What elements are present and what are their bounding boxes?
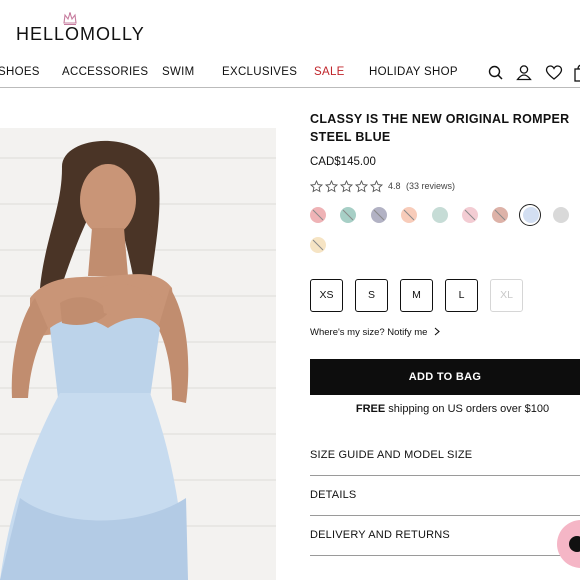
shipping-text: shipping on US orders over $100 — [385, 403, 550, 415]
accordion-delivery-returns-label: DELIVERY AND RETURNS — [310, 529, 450, 541]
shipping-free-label: FREE — [355, 403, 386, 415]
color-swatch[interactable] — [553, 207, 570, 223]
chevron-right-icon — [434, 327, 440, 336]
chat-icon — [569, 536, 580, 552]
shipping-info: FREE shipping on US orders over $100 — [310, 403, 580, 415]
size-option-l[interactable]: L — [445, 279, 478, 312]
rating-stars-icon — [310, 180, 384, 193]
color-swatch[interactable] — [431, 207, 448, 223]
unavailable-slash-icon — [373, 209, 385, 221]
color-swatch[interactable] — [310, 207, 326, 223]
review-count[interactable]: (33 reviews) — [406, 181, 455, 191]
rating-score: 4.8 — [388, 181, 401, 191]
product-price: CAD$145.00 — [310, 156, 376, 168]
color-swatch[interactable] — [370, 207, 387, 223]
nav-item-exclusives[interactable]: EXCLUSIVES — [222, 66, 297, 78]
size-option-xs[interactable]: XS — [310, 279, 343, 312]
nav-divider — [0, 87, 580, 88]
color-swatch[interactable] — [492, 207, 509, 223]
bag-icon[interactable] — [574, 64, 580, 82]
unavailable-slash-icon — [495, 209, 506, 221]
unavailable-slash-icon — [343, 209, 354, 221]
accordion-details[interactable]: DETAILS — [310, 475, 580, 516]
account-icon[interactable] — [516, 64, 532, 82]
nav-item-shoes[interactable]: SHOES — [0, 66, 40, 78]
nav-item-swim[interactable]: SWIM — [162, 66, 195, 78]
size-option-m[interactable]: M — [400, 279, 433, 312]
nav-item-accessories[interactable]: ACCESSORIES — [62, 66, 148, 78]
nav-item-holiday-shop[interactable]: HOLIDAY SHOP — [369, 66, 458, 78]
size-option-xl[interactable]: XL — [490, 279, 523, 312]
size-option-s[interactable]: S — [355, 279, 388, 312]
color-swatch[interactable] — [340, 207, 357, 223]
color-swatch[interactable] — [401, 207, 418, 223]
accordion-details-label: DETAILS — [310, 489, 357, 501]
color-swatch[interactable] — [462, 207, 478, 223]
accordion-size-guide[interactable]: SIZE GUIDE AND MODEL SIZE — [310, 435, 580, 476]
unavailable-slash-icon — [464, 209, 476, 221]
accordion-size-guide-label: SIZE GUIDE AND MODEL SIZE — [310, 449, 473, 461]
unavailable-slash-icon — [403, 209, 415, 221]
header-icons — [486, 64, 580, 84]
notify-me-link[interactable]: Where's my size? Notify me — [310, 327, 441, 338]
product-title: CLASSY IS THE NEW ORIGINAL ROMPER STEEL … — [310, 112, 570, 144]
accordion-delivery-returns[interactable]: DELIVERY AND RETURNS — [310, 515, 580, 556]
wishlist-heart-icon[interactable] — [545, 64, 563, 82]
add-to-bag-button[interactable]: ADD TO BAG — [310, 359, 580, 395]
unavailable-slash-icon — [312, 239, 324, 251]
color-swatch[interactable] — [310, 237, 326, 253]
product-image[interactable] — [0, 128, 276, 580]
unavailable-slash-icon — [312, 209, 324, 221]
nav-item-sale[interactable]: SALE — [314, 66, 345, 78]
model-photo-illustration — [0, 128, 276, 580]
notify-me-text: Where's my size? Notify me — [310, 327, 428, 338]
logo-text: HELLOMOLLY — [16, 24, 145, 44]
swatch-selected-ring — [519, 203, 542, 226]
search-icon[interactable] — [488, 64, 504, 82]
